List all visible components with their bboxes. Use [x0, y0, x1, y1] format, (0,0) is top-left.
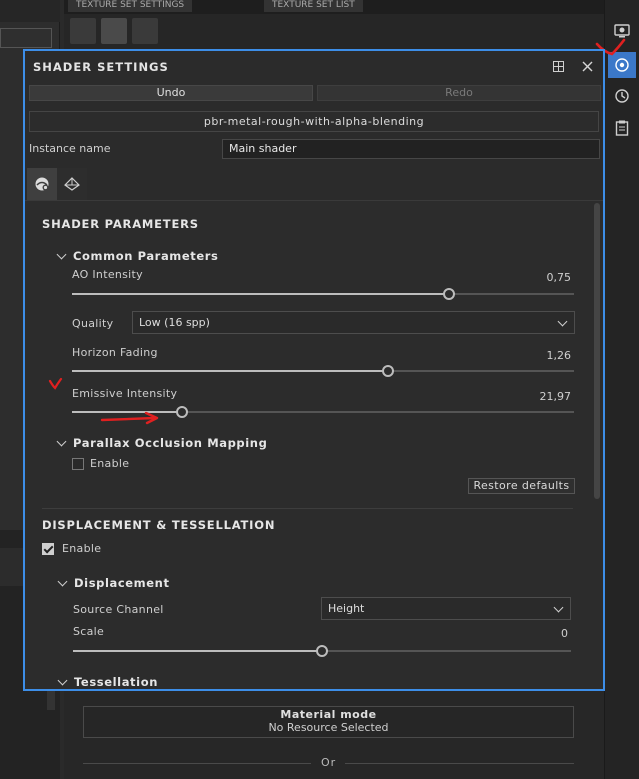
section-divider — [42, 508, 573, 509]
panel-header: SHADER SETTINGS — [25, 51, 603, 83]
scale-slider-fill — [73, 650, 322, 652]
source-channel-value: Height — [328, 602, 365, 615]
mesh-shape-icon — [64, 177, 80, 191]
scale-label: Scale — [73, 625, 105, 638]
or-label: Or — [321, 756, 337, 769]
scale-slider-handle[interactable] — [316, 645, 328, 657]
displacement-enable-label: Enable — [62, 542, 102, 555]
parallax-occlusion-title: Parallax Occlusion Mapping — [73, 436, 268, 450]
instance-name-input[interactable]: Main shader — [222, 139, 600, 159]
displacement-group-title: Displacement — [74, 576, 170, 590]
left-panel-dropdown[interactable] — [0, 28, 52, 48]
tab-texture-set-settings[interactable]: TEXTURE SET SETTINGS — [68, 0, 193, 12]
red-annotation-arrow — [100, 411, 159, 425]
chevron-down-icon — [56, 249, 67, 260]
restore-defaults-button[interactable]: Restore defaults — [468, 478, 575, 494]
panel-title: SHADER SETTINGS — [33, 60, 169, 74]
redo-button[interactable]: Redo — [317, 85, 601, 101]
red-annotation-check-emissive — [48, 377, 63, 390]
chevron-down-icon — [557, 316, 568, 327]
or-separator: Or — [83, 756, 574, 770]
quality-select[interactable]: Low (16 spp) — [132, 311, 575, 334]
close-icon[interactable] — [579, 58, 595, 74]
horizon-fading-slider-handle[interactable] — [382, 365, 394, 377]
common-parameters-title: Common Parameters — [73, 249, 219, 263]
tab-shader-parameters[interactable] — [27, 168, 57, 200]
parallax-occlusion-header[interactable]: Parallax Occlusion Mapping — [56, 436, 268, 450]
shader-parameters-content: SHADER PARAMETERS Common Parameters AO I… — [25, 201, 603, 689]
common-parameters-header[interactable]: Common Parameters — [56, 249, 219, 263]
tab-texture-set-list[interactable]: TEXTURE SET LIST — [264, 0, 363, 12]
horizon-fading-value: 1,26 — [546, 349, 572, 362]
source-channel-select[interactable]: Height — [321, 597, 571, 620]
undo-button[interactable]: Undo — [29, 85, 313, 101]
displacement-group-header[interactable]: Displacement — [57, 576, 170, 590]
parallax-enable-label: Enable — [90, 457, 130, 470]
scale-value: 0 — [561, 627, 568, 640]
material-tool-icon[interactable] — [101, 18, 127, 44]
quality-select-value: Low (16 spp) — [139, 316, 210, 329]
source-channel-label: Source Channel — [73, 603, 164, 616]
tessellation-group-title: Tessellation — [74, 675, 158, 689]
chevron-down-icon — [553, 602, 564, 613]
tessellation-group-header[interactable]: Tessellation — [57, 675, 158, 689]
log-icon[interactable] — [608, 115, 636, 141]
left-panel-strip — [0, 0, 60, 22]
displacement-tessellation-title: DISPLACEMENT & TESSELLATION — [42, 518, 276, 532]
shader-parameters-title: SHADER PARAMETERS — [42, 217, 199, 231]
ao-intensity-slider-handle[interactable] — [443, 288, 455, 300]
or-line-right — [345, 763, 574, 764]
quality-label: Quality — [72, 317, 114, 330]
horizon-fading-slider-fill — [72, 370, 388, 372]
uv-tool-icon[interactable] — [132, 18, 158, 44]
ao-intensity-value: 0,75 — [546, 271, 572, 284]
instance-name-label: Instance name — [29, 142, 111, 155]
panel-tabs — [27, 168, 87, 200]
parallax-enable-checkbox[interactable] — [72, 458, 84, 470]
or-line-left — [83, 763, 311, 764]
emissive-intensity-value: 21,97 — [539, 390, 572, 403]
history-icon[interactable] — [608, 83, 636, 109]
ao-intensity-label: AO Intensity — [72, 268, 143, 281]
shader-sphere-icon — [35, 177, 49, 191]
ao-intensity-slider-fill — [72, 293, 449, 295]
emissive-intensity-slider-handle[interactable] — [176, 406, 188, 418]
shader-selector-button[interactable]: pbr-metal-rough-with-alpha-blending — [29, 111, 599, 132]
dock-icon[interactable] — [550, 58, 566, 74]
panel-scrollbar[interactable] — [594, 203, 600, 499]
chevron-down-icon — [57, 576, 68, 587]
emissive-intensity-label: Emissive Intensity — [72, 387, 178, 400]
material-mode-button[interactable]: Material mode No Resource Selected — [83, 706, 574, 738]
texture-set-tool-icon[interactable] — [70, 18, 96, 44]
material-mode-title: Material mode — [280, 708, 377, 721]
material-mode-subtitle: No Resource Selected — [268, 721, 389, 734]
shader-settings-panel: SHADER SETTINGS Undo Redo pbr-metal-roug… — [23, 49, 605, 691]
undo-redo-row: Undo Redo — [29, 85, 601, 102]
chevron-down-icon — [57, 675, 68, 686]
background-tab-bar: TEXTURE SET SETTINGS TEXTURE SET LIST — [64, 0, 604, 14]
tab-mesh[interactable] — [57, 168, 87, 200]
displacement-enable-checkbox[interactable] — [42, 543, 54, 555]
horizon-fading-label: Horizon Fading — [72, 346, 158, 359]
chevron-down-icon — [56, 436, 67, 447]
